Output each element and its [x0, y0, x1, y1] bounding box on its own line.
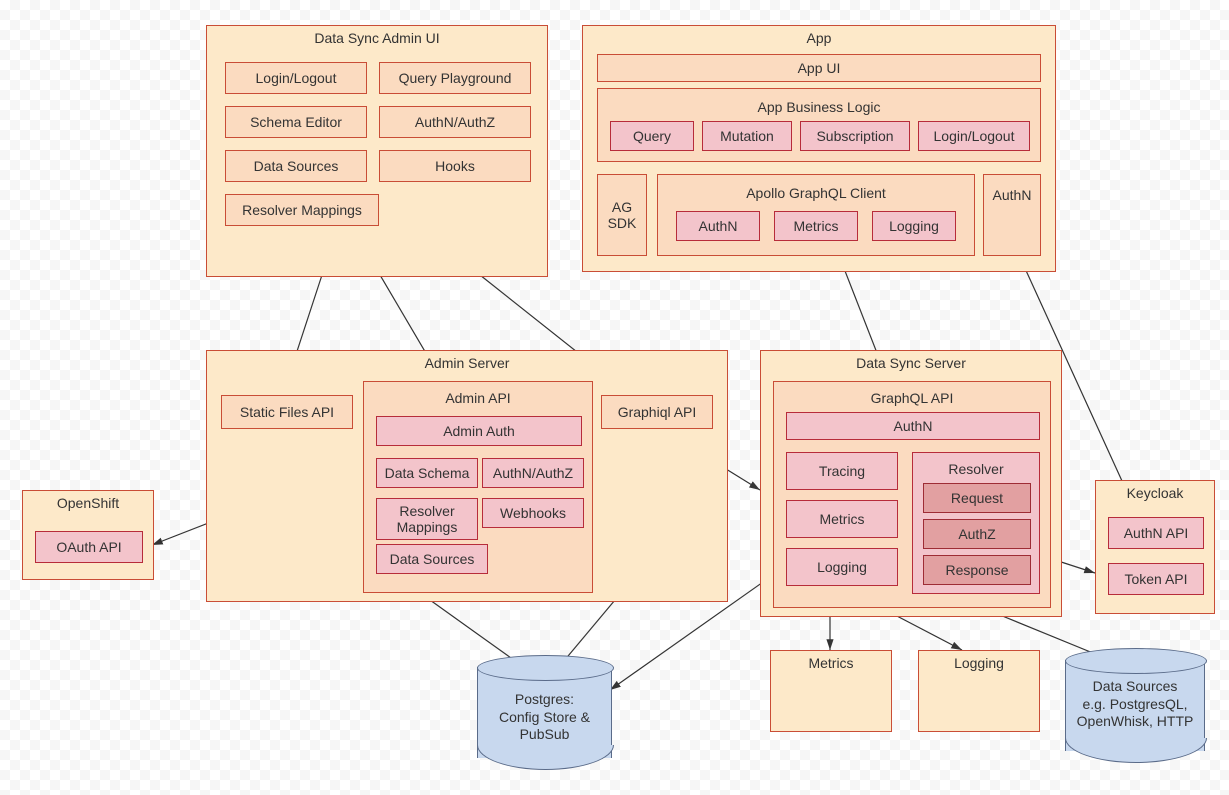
- group-title: Resolver: [913, 461, 1039, 477]
- label: Data Sources e.g. PostgresQL, OpenWhisk,…: [1065, 678, 1205, 731]
- label: Logging: [919, 655, 1039, 671]
- blk-resolver-mappings: Resolver Mappings: [225, 194, 379, 226]
- group-openshift: OpenShift OAuth API: [22, 490, 154, 580]
- blk-schema-editor: Schema Editor: [225, 106, 367, 138]
- blk-authnz: AuthN/AuthZ: [379, 106, 531, 138]
- blk-hooks: Hooks: [379, 150, 531, 182]
- group-business-logic: App Business Logic Query Mutation Subscr…: [597, 88, 1041, 162]
- db-data-sources: Data Sources e.g. PostgresQL, OpenWhisk,…: [1065, 648, 1205, 763]
- group-admin-ui: Data Sync Admin UI Login/Logout Query Pl…: [206, 25, 548, 277]
- blk-admin-authnz: AuthN/AuthZ: [482, 458, 584, 488]
- group-title: GraphQL API: [774, 390, 1050, 406]
- blk-mutation: Mutation: [702, 121, 792, 151]
- blk-keycloak-authn: AuthN API: [1108, 517, 1204, 549]
- group-app: App App UI App Business Logic Query Muta…: [582, 25, 1056, 272]
- group-title: App Business Logic: [598, 99, 1040, 115]
- label: Postgres: Config Store & PubSub: [477, 691, 612, 744]
- group-admin-server: Admin Server Static Files API Graphiql A…: [206, 350, 728, 602]
- group-apollo: Apollo GraphQL Client AuthN Metrics Logg…: [657, 174, 975, 256]
- blk-data-sources: Data Sources: [225, 150, 367, 182]
- group-title: Keycloak: [1096, 485, 1214, 501]
- blk-authz: AuthZ: [923, 519, 1031, 549]
- blk-response: Response: [923, 555, 1031, 585]
- group-title: Data Sync Admin UI: [207, 30, 547, 46]
- blk-logging: Logging: [786, 548, 898, 586]
- blk-tracing: Tracing: [786, 452, 898, 490]
- blk-login: Login/Logout: [225, 62, 367, 94]
- blk-subscription: Subscription: [800, 121, 910, 151]
- blk-apollo-authn: AuthN: [676, 211, 760, 241]
- group-title: Apollo GraphQL Client: [658, 185, 974, 201]
- blk-query: Query: [610, 121, 694, 151]
- blk-app-ui: App UI: [597, 54, 1041, 82]
- sink-metrics: Metrics: [770, 650, 892, 732]
- group-title: OpenShift: [23, 495, 153, 511]
- group-resolver: Resolver Request AuthZ Response: [912, 452, 1040, 594]
- label: Metrics: [771, 655, 891, 671]
- sink-logging: Logging: [918, 650, 1040, 732]
- blk-request: Request: [923, 483, 1031, 513]
- blk-admin-data-sources: Data Sources: [376, 544, 488, 574]
- blk-app-authn: AuthN: [983, 174, 1041, 256]
- group-title: App: [583, 30, 1055, 46]
- blk-apollo-logging: Logging: [872, 211, 956, 241]
- group-keycloak: Keycloak AuthN API Token API: [1095, 480, 1215, 614]
- group-title: Data Sync Server: [761, 355, 1061, 371]
- blk-data-schema: Data Schema: [376, 458, 478, 488]
- group-graphql-api: GraphQL API AuthN Tracing Metrics Loggin…: [773, 381, 1051, 608]
- blk-graphiql: Graphiql API: [601, 395, 713, 429]
- blk-admin-auth: Admin Auth: [376, 416, 582, 446]
- blk-admin-resolver-mappings: Resolver Mappings: [376, 498, 478, 540]
- blk-metrics: Metrics: [786, 500, 898, 538]
- blk-gql-authn: AuthN: [786, 412, 1040, 440]
- group-admin-api: Admin API Admin Auth Data Schema AuthN/A…: [363, 381, 593, 593]
- group-data-sync-server: Data Sync Server GraphQL API AuthN Traci…: [760, 350, 1062, 617]
- diagram-canvas: Data Sync Admin UI Login/Logout Query Pl…: [0, 0, 1229, 795]
- blk-apollo-metrics: Metrics: [774, 211, 858, 241]
- db-postgres: Postgres: Config Store & PubSub: [477, 655, 612, 770]
- blk-ag-sdk: AG SDK: [597, 174, 647, 256]
- group-title: Admin Server: [207, 355, 727, 371]
- blk-static-files: Static Files API: [221, 395, 353, 429]
- blk-keycloak-token: Token API: [1108, 563, 1204, 595]
- group-title: Admin API: [364, 390, 592, 406]
- blk-query-playground: Query Playground: [379, 62, 531, 94]
- blk-webhooks: Webhooks: [482, 498, 584, 528]
- blk-oauth: OAuth API: [35, 531, 143, 563]
- blk-login-logout: Login/Logout: [918, 121, 1030, 151]
